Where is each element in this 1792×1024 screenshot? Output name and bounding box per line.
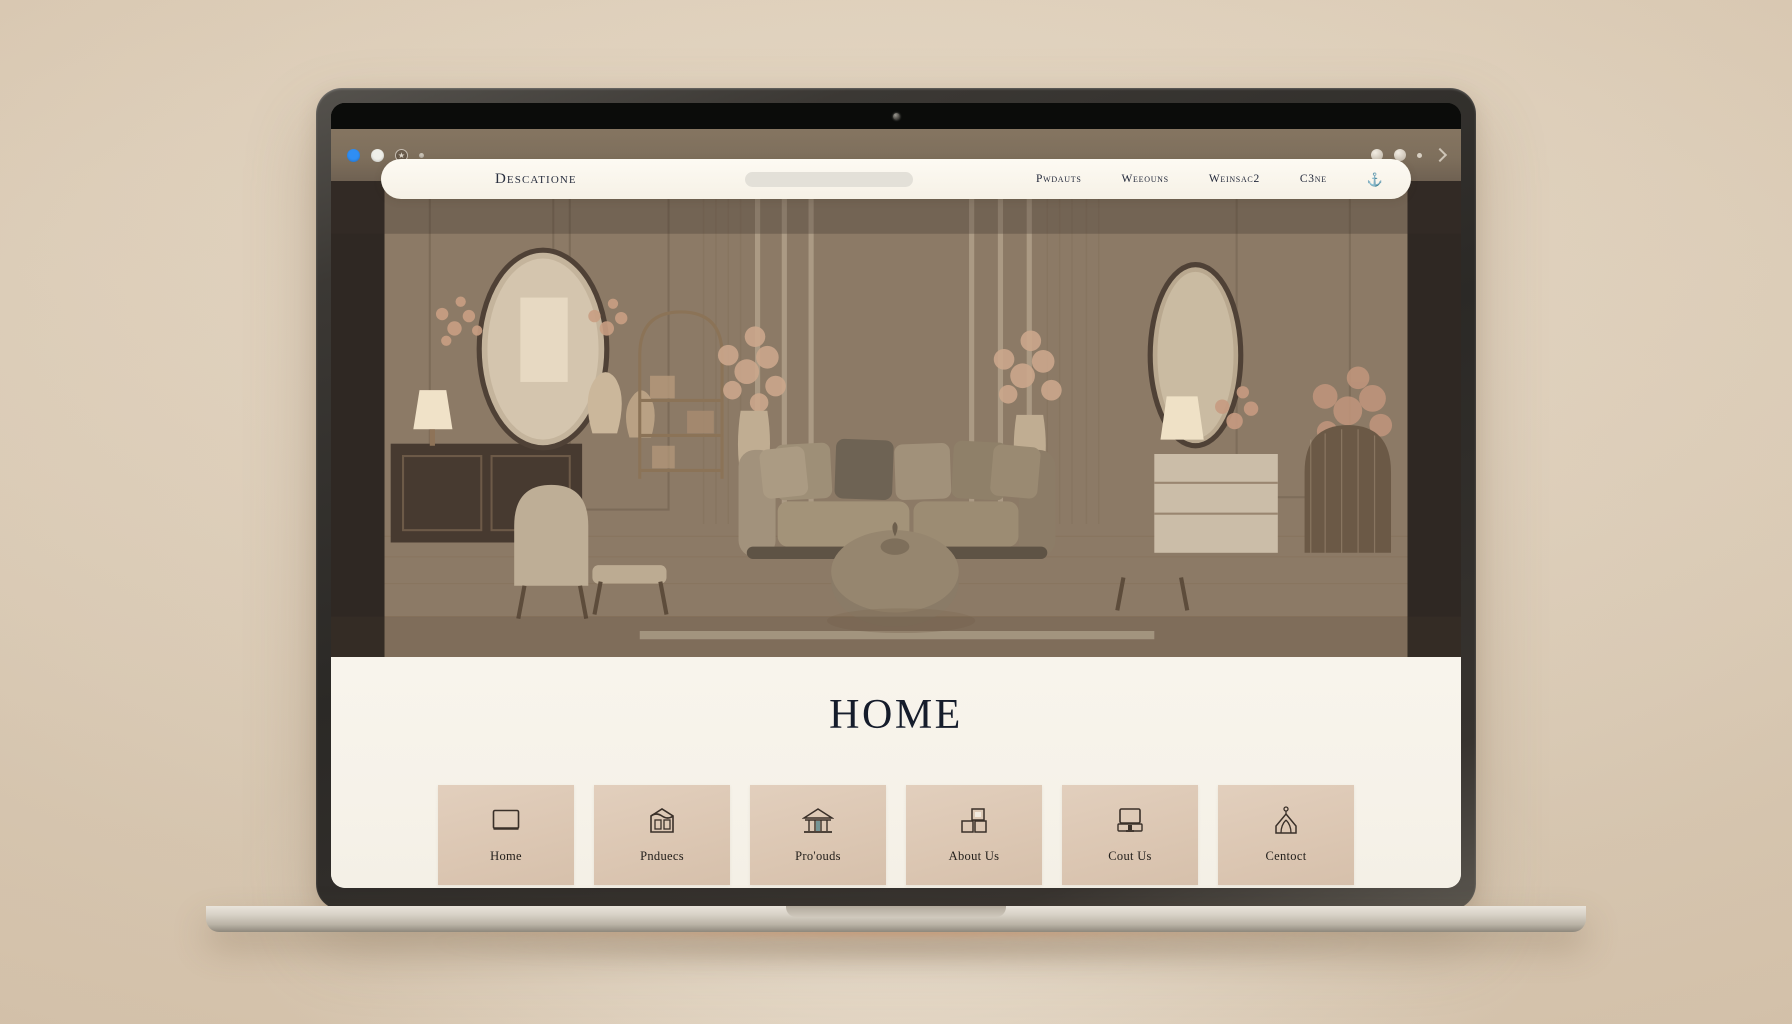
feature-card-cout-us[interactable]: Cout Us: [1062, 785, 1198, 885]
chevron-right-icon[interactable]: [1432, 147, 1448, 163]
card-column-about-us: About Us: [906, 785, 1042, 888]
feature-card-row: Home Pnduecs Pro'ouds About Us Cout Us C…: [331, 785, 1461, 888]
nav-link-pwdauts[interactable]: Pwdauts: [1036, 173, 1082, 185]
nav-link-weeouns[interactable]: Weeouns: [1122, 173, 1169, 185]
feature-card-proouds[interactable]: Pro'ouds: [750, 785, 886, 885]
card-label-centoct: Centoct: [1265, 849, 1307, 863]
blocks-grid-icon: [957, 805, 991, 837]
classical-building-icon: [801, 805, 835, 837]
screen-content: ★ Descatione Pwdauts Weeouns Weinsac2 C3…: [331, 129, 1461, 888]
page-title: HOME: [829, 692, 963, 738]
feature-card-pnduecs[interactable]: Pnduecs: [594, 785, 730, 885]
card-column-centoct: Centoct: [1218, 785, 1354, 888]
laptop-base: [206, 906, 1586, 932]
card-label-home: Home: [490, 849, 522, 863]
card-label-about-us: About Us: [948, 849, 1000, 863]
window-control-grey-dot[interactable]: [371, 148, 384, 162]
small-dot-icon[interactable]: [1417, 152, 1422, 158]
nav-links: Pwdauts Weeouns Weinsac2 C3ne ⚓: [1036, 173, 1383, 186]
floor-shadow: [236, 940, 1566, 982]
webcam-icon: [892, 112, 900, 120]
card-label-cout-us: Cout Us: [1108, 849, 1152, 863]
page-content: HOME Home Pnduecs Pro'ouds About Us Cout…: [331, 657, 1461, 888]
desktop-monitor-icon: [1113, 805, 1147, 837]
base-accent-glow: [186, 930, 1606, 946]
screen-bezel: ★ Descatione Pwdauts Weeouns Weinsac2 C3…: [331, 103, 1461, 888]
card-column-cout-us: Cout Us: [1062, 785, 1198, 888]
search-input[interactable]: [744, 171, 913, 187]
nav-link-c3ne[interactable]: C3ne: [1300, 173, 1327, 185]
window-control-tiny-dot[interactable]: [419, 152, 424, 158]
window-control-blue-dot[interactable]: [347, 148, 360, 162]
storefront-icon: [645, 805, 679, 837]
feature-card-home[interactable]: Home: [438, 785, 574, 885]
card-label-pnduecs: Pnduecs: [640, 849, 684, 863]
brand-logo[interactable]: Descatione: [495, 171, 577, 188]
window-frame-icon: [489, 805, 523, 837]
base-notch: [786, 906, 1006, 917]
pavilion-icon: [1269, 805, 1303, 837]
hero-image: [331, 181, 1461, 657]
hero-illustration: [331, 181, 1461, 657]
card-label-proouds: Pro'ouds: [795, 849, 841, 863]
webcam-bar: [331, 103, 1461, 129]
laptop-lid: ★ Descatione Pwdauts Weeouns Weinsac2 C3…: [316, 88, 1476, 910]
card-column-proouds: Pro'ouds: [750, 785, 886, 888]
anchor-icon[interactable]: ⚓: [1367, 173, 1383, 186]
nav-link-weinsac2[interactable]: Weinsac2: [1209, 173, 1260, 185]
card-column-home: Home: [438, 785, 574, 888]
feature-card-about-us[interactable]: About Us: [906, 785, 1042, 885]
laptop-device: ★ Descatione Pwdauts Weeouns Weinsac2 C3…: [186, 88, 1606, 982]
feature-card-centoct[interactable]: Centoct: [1218, 785, 1354, 885]
site-navbar: Descatione Pwdauts Weeouns Weinsac2 C3ne…: [381, 159, 1411, 199]
card-column-pnduecs: Pnduecs: [594, 785, 730, 888]
